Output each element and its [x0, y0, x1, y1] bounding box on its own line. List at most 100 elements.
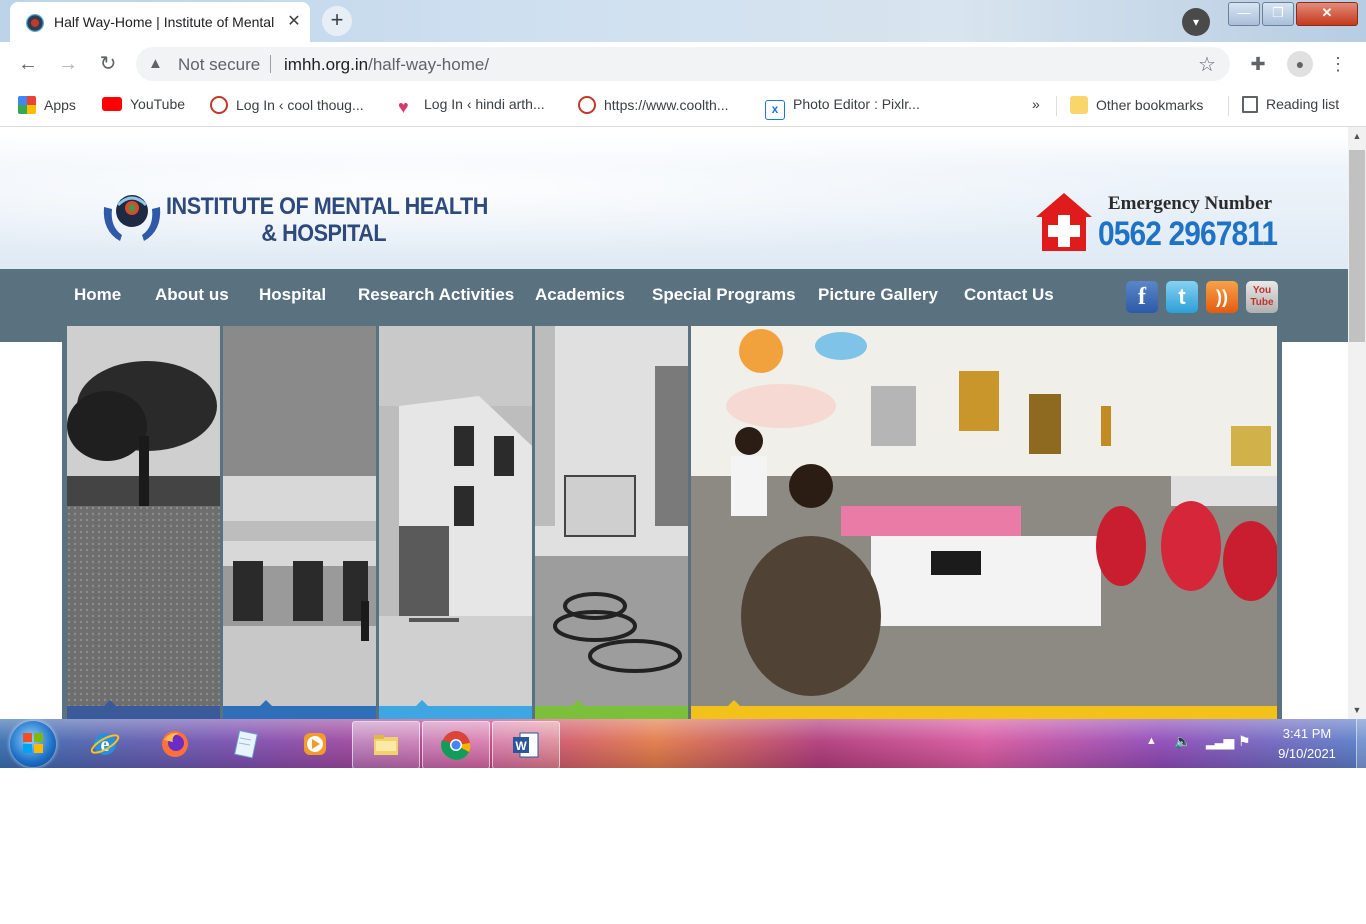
- institute-logo-icon: [103, 195, 161, 241]
- forward-arrow-icon[interactable]: →: [54, 50, 82, 78]
- slider-indicator-5[interactable]: [691, 700, 1277, 719]
- youtube-word-you: You: [1252, 285, 1272, 296]
- taskbar-internet-explorer[interactable]: e: [72, 721, 138, 767]
- taskbar-firefox[interactable]: [142, 721, 208, 767]
- bookmarks-overflow-chevron[interactable]: »: [1032, 96, 1040, 112]
- campus-tree-photo: [67, 326, 220, 706]
- reading-list-button[interactable]: Reading list: [1242, 96, 1339, 113]
- tab-close-icon[interactable]: ✕: [284, 12, 304, 32]
- slider-panel-lab-equipment[interactable]: [535, 326, 688, 706]
- youtube-word-tube: Tube: [1250, 297, 1274, 308]
- folder-icon: [374, 735, 398, 755]
- wordpress-icon: [578, 96, 596, 114]
- clock-time: 3:41 PM: [1282, 726, 1332, 741]
- bookmark-login-hindi[interactable]: ♥ Log In ‹ hindi arth...: [398, 96, 545, 116]
- bookmark-login-cool[interactable]: Log In ‹ cool thoug...: [210, 96, 364, 114]
- twitter-icon[interactable]: t: [1166, 281, 1198, 313]
- nav-about-us[interactable]: About us: [155, 285, 229, 305]
- nav-picture-gallery[interactable]: Picture Gallery: [818, 285, 938, 305]
- slider-panel-opd-building[interactable]: [223, 326, 376, 706]
- url-text[interactable]: imhh.org.in/half-way-home/: [284, 55, 489, 75]
- new-tab-button[interactable]: +: [322, 6, 352, 36]
- address-bar[interactable]: ▲ Not secure imhh.org.in/half-way-home/ …: [136, 47, 1230, 81]
- rss-feed-icon[interactable]: )): [1206, 281, 1238, 313]
- slider-panel-campus-tree[interactable]: [67, 326, 220, 706]
- bookmark-youtube[interactable]: YouTube: [102, 96, 185, 112]
- scroll-up-arrow-icon[interactable]: ▲: [1348, 128, 1366, 144]
- facebook-icon[interactable]: f: [1126, 281, 1158, 313]
- omnibox-divider: [270, 55, 271, 73]
- system-clock[interactable]: 3:41 PM 9/10/2021: [1262, 724, 1352, 764]
- internet-explorer-icon: e: [90, 733, 120, 756]
- url-host: imhh.org.in: [284, 55, 369, 74]
- scrollbar-thumb[interactable]: [1349, 150, 1365, 342]
- tab-search-icon[interactable]: ▾: [1182, 8, 1210, 36]
- other-bookmarks-folder[interactable]: Other bookmarks: [1070, 96, 1203, 114]
- emergency-phone-number[interactable]: 0562 2967811: [1098, 215, 1278, 254]
- window-close-button[interactable]: ✕: [1296, 2, 1358, 26]
- nav-hospital[interactable]: Hospital: [259, 285, 326, 305]
- scroll-down-arrow-icon[interactable]: ▼: [1348, 702, 1366, 718]
- bookmarks-bar: Apps YouTube Log In ‹ cool thoug... ♥ Log…: [0, 86, 1366, 127]
- windows-logo-icon: [23, 733, 43, 753]
- nav-academics[interactable]: Academics: [535, 285, 625, 305]
- nav-research-activities[interactable]: Research Activities: [358, 285, 514, 305]
- bookmark-apps[interactable]: Apps: [18, 96, 76, 114]
- word-icon: W: [513, 732, 539, 758]
- taskbar-file-explorer[interactable]: [352, 721, 420, 769]
- warning-triangle-icon[interactable]: ▲: [148, 55, 163, 72]
- reload-icon[interactable]: ↻: [94, 50, 122, 78]
- slider-indicator-4[interactable]: [535, 700, 688, 719]
- youtube-icon: [102, 97, 122, 111]
- lab-equipment-photo: [535, 326, 688, 706]
- institute-name[interactable]: INSTITUTE OF MENTAL HEALTH & HOSPITAL: [166, 193, 488, 247]
- pixlr-icon: x: [765, 100, 785, 120]
- nav-special-programs[interactable]: Special Programs: [652, 285, 796, 305]
- slider-indicator-3[interactable]: [379, 700, 532, 719]
- slider-panel-occupational-therapy[interactable]: [691, 326, 1277, 706]
- slider-indicator-notch: [571, 700, 585, 707]
- site-favicon-icon: [26, 14, 44, 32]
- bookmark-label: YouTube: [130, 96, 186, 112]
- volume-muted-icon[interactable]: 🔈: [1174, 733, 1191, 750]
- profile-avatar-icon[interactable]: ●: [1287, 51, 1313, 77]
- web-viewport: INSTITUTE OF MENTAL HEALTH & HOSPITAL Em…: [0, 127, 1348, 719]
- youtube-social-icon[interactable]: You Tube: [1246, 281, 1278, 313]
- browser-tab[interactable]: Half Way-Home | Institute of Mental Heal…: [10, 2, 310, 42]
- window-minimize-button[interactable]: —: [1228, 2, 1260, 26]
- bookmark-label: https://www.coolth...: [604, 97, 729, 113]
- start-button[interactable]: [10, 721, 56, 767]
- slider-indicator-2[interactable]: [223, 700, 376, 719]
- wordpress-icon: [210, 96, 228, 114]
- taskbar-notepad[interactable]: [212, 721, 278, 767]
- tab-title: Half Way-Home | Institute of Mental Heal…: [54, 14, 274, 30]
- taskbar-word[interactable]: W: [492, 721, 560, 769]
- browser-toolbar: ← → ↻ ▲ Not secure imhh.org.in/half-way-…: [0, 42, 1366, 86]
- slider-indicator-notch: [103, 700, 117, 707]
- menu-kebab-icon[interactable]: ⋮: [1326, 52, 1350, 76]
- bookmark-coolth[interactable]: https://www.coolth...: [578, 96, 729, 114]
- bookmark-pixlr[interactable]: x Photo Editor : Pixlr...: [765, 96, 920, 120]
- site-header: INSTITUTE OF MENTAL HEALTH & HOSPITAL Em…: [0, 135, 1348, 269]
- tray-overflow-chevron-icon[interactable]: ▲: [1146, 735, 1157, 747]
- action-center-flag-icon[interactable]: ⚑: [1238, 733, 1251, 750]
- show-desktop-button[interactable]: [1356, 719, 1366, 768]
- taskbar-media-player[interactable]: [282, 721, 348, 767]
- security-status[interactable]: Not secure: [178, 55, 260, 75]
- taskbar-chrome[interactable]: [422, 721, 490, 769]
- tab-strip: Half Way-Home | Institute of Mental Heal…: [0, 0, 1366, 42]
- nav-home[interactable]: Home: [74, 285, 121, 305]
- bookmark-star-icon[interactable]: ☆: [1198, 52, 1216, 77]
- slider-panel-modern-building[interactable]: [379, 326, 532, 706]
- emergency-house-icon: [1036, 193, 1092, 251]
- nav-contact-us[interactable]: Contact Us: [964, 285, 1054, 305]
- notepad-icon: [234, 730, 258, 759]
- extensions-puzzle-icon[interactable]: ✚: [1246, 52, 1270, 76]
- window-maximize-button[interactable]: ❐: [1262, 2, 1294, 26]
- back-arrow-icon[interactable]: ←: [14, 50, 42, 78]
- network-signal-icon[interactable]: ▂▃▅: [1206, 733, 1234, 750]
- bookmark-divider: [1228, 96, 1229, 116]
- heart-icon: ♥: [398, 97, 409, 117]
- opd-building-photo: [223, 326, 376, 706]
- slider-indicator-1[interactable]: [67, 700, 220, 719]
